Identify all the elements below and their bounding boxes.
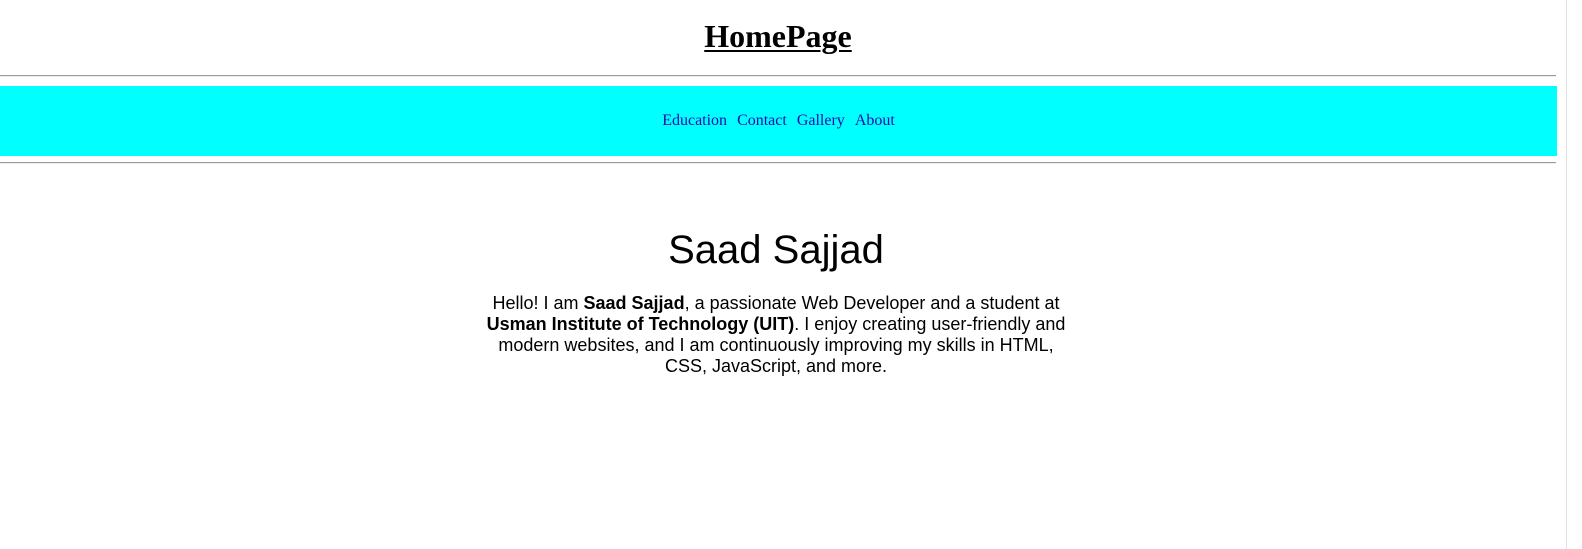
nav-link-gallery[interactable]: Gallery bbox=[797, 112, 845, 129]
hero-bio: Hello! I am Saad Sajjad, a passionate We… bbox=[476, 293, 1076, 377]
browser-viewport: HomePage Education Contact Gallery About… bbox=[0, 0, 1566, 549]
bio-text-role: , a passionate Web Developer and a stude… bbox=[684, 293, 1060, 313]
bio-name-bold: Saad Sajjad bbox=[583, 293, 685, 313]
nav-link-contact[interactable]: Contact bbox=[737, 112, 787, 129]
hero-name: Saad Sajjad bbox=[668, 228, 884, 272]
nav-bar: Education Contact Gallery About bbox=[0, 86, 1557, 156]
top-divider bbox=[0, 75, 1556, 77]
bottom-divider bbox=[0, 162, 1556, 164]
nav-link-about[interactable]: About bbox=[855, 112, 895, 129]
bio-text-intro: Hello! I am bbox=[492, 293, 584, 313]
nav-link-education[interactable]: Education bbox=[662, 112, 727, 129]
page-title: HomePage bbox=[704, 18, 852, 54]
nav-links: Education Contact Gallery About bbox=[662, 111, 895, 131]
vertical-scrollbar[interactable] bbox=[1566, 0, 1582, 549]
bio-school-bold: Usman Institute of Technology (UIT) bbox=[486, 314, 795, 334]
